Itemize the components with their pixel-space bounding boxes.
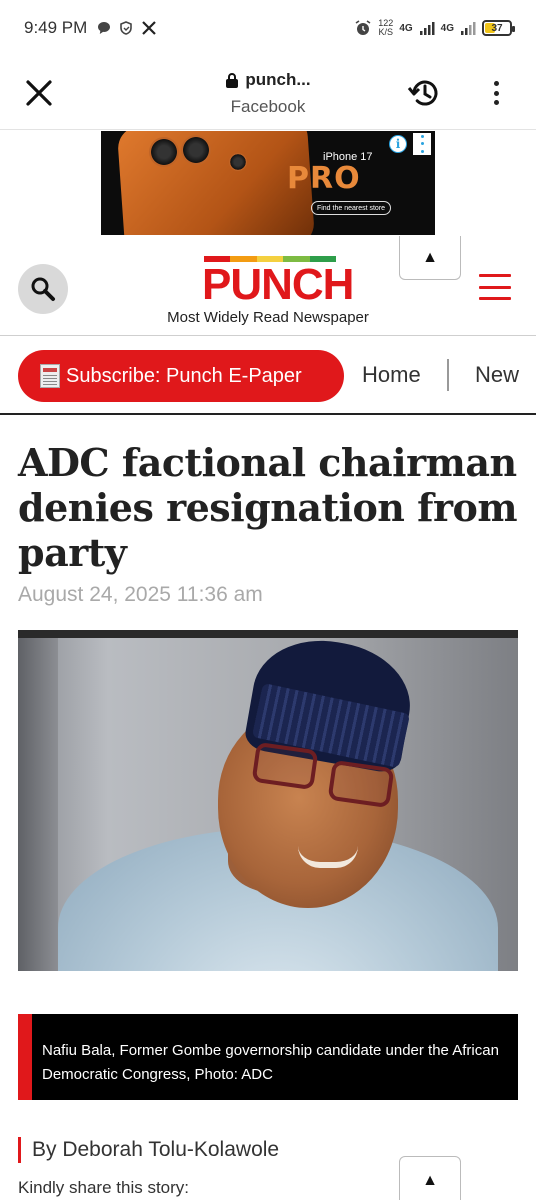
hamburger-menu-icon[interactable]: [479, 274, 511, 300]
nav-strip: Subscribe: Punch E-Paper Home New: [0, 337, 536, 415]
subscribe-button[interactable]: Subscribe: Punch E-Paper: [18, 350, 344, 402]
battery-icon: 37: [482, 20, 515, 36]
signal-2-label: 4G: [440, 22, 454, 34]
punch-logo[interactable]: PUNCH: [192, 252, 354, 309]
status-time: 9:49 PM: [24, 18, 88, 37]
ad-model: PRO: [287, 161, 361, 196]
signal-2-icon: [461, 22, 476, 35]
nav-divider: [447, 359, 449, 391]
scroll-to-top-button-bottom[interactable]: ▲: [399, 1156, 461, 1200]
signal-1-label: 4G: [399, 22, 413, 34]
notification-icons: [97, 20, 157, 36]
photo-caption: Nafiu Bala, Former Gombe governorship ca…: [18, 1014, 518, 1100]
article-date: August 24, 2025 11:36 am: [18, 583, 263, 606]
photo-glasses-left: [251, 741, 319, 791]
subscribe-label: Subscribe: Punch E-Paper: [66, 364, 302, 387]
more-options-icon[interactable]: [486, 78, 506, 108]
status-bar: 9:49 PM 122 K/S 4G 4G 37: [0, 0, 536, 56]
nav-item-home[interactable]: Home: [362, 362, 421, 388]
status-right: 122 K/S 4G 4G 37: [354, 19, 515, 37]
photo-background: [18, 638, 58, 971]
scroll-to-top-button[interactable]: ▲: [399, 236, 461, 280]
camera-lens: [229, 153, 247, 171]
article-headline: ADC factional chairman denies resignatio…: [18, 440, 518, 575]
site-header: PUNCH Most Widely Read Newspaper ▲: [0, 236, 536, 336]
url-block: punch... Facebook: [0, 70, 536, 117]
advertisement-banner[interactable]: iPhone 17 PRO Find the nearest store i: [101, 131, 435, 235]
status-left: 9:49 PM: [24, 18, 157, 38]
chat-bubble-icon: [98, 22, 111, 34]
nav-item-news[interactable]: New: [475, 362, 519, 388]
ad-info-icon[interactable]: i: [389, 135, 407, 153]
search-button[interactable]: [18, 264, 68, 314]
history-icon[interactable]: [406, 74, 444, 112]
battery-level: 37: [491, 22, 503, 34]
share-prompt: Kindly share this story:: [18, 1178, 190, 1197]
camera-lens: [181, 135, 211, 165]
url-title: punch...: [225, 70, 311, 90]
shield-icon: [120, 21, 133, 35]
network-speed-unit: K/S: [378, 27, 394, 37]
logo-text: PUNCH: [202, 260, 354, 309]
site-tagline: Most Widely Read Newspaper: [167, 309, 369, 326]
ad-menu-icon[interactable]: [413, 133, 431, 155]
camera-lens: [149, 137, 179, 167]
newspaper-icon: [40, 364, 60, 388]
search-icon: [31, 277, 55, 301]
ad-cta-button[interactable]: Find the nearest store: [311, 201, 391, 215]
site-title: punch...: [245, 70, 311, 89]
x-logo-icon: [142, 21, 157, 35]
photo-glasses-right: [327, 759, 395, 809]
source-label: Facebook: [230, 97, 306, 116]
network-speed: 122 K/S: [378, 19, 393, 37]
alarm-icon: [355, 20, 371, 35]
signal-1-icon: [419, 22, 435, 35]
lock-icon: [226, 73, 239, 88]
phone-image: [116, 131, 316, 235]
article-byline[interactable]: By Deborah Tolu-Kolawole: [18, 1137, 279, 1163]
browser-toolbar: punch... Facebook: [0, 56, 536, 130]
article-photo: [18, 630, 518, 971]
